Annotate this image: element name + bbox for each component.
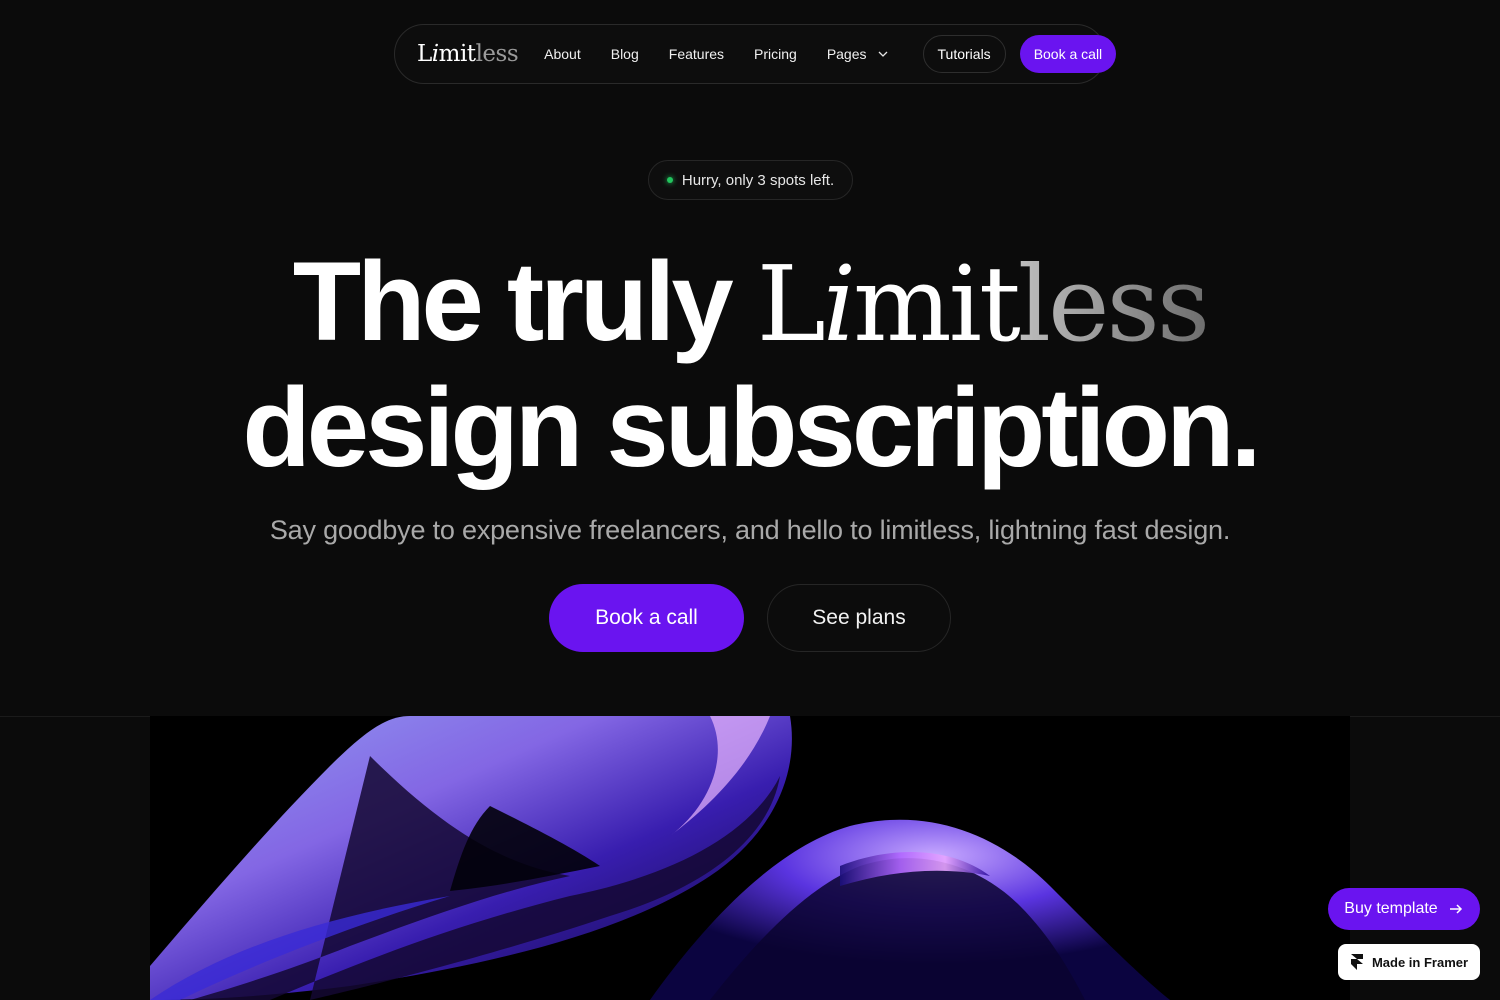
made-in-framer-label: Made in Framer	[1371, 954, 1469, 970]
headline-prefix: The truly	[292, 239, 757, 364]
hero-subtitle: Say goodbye to expensive freelancers, an…	[269, 515, 1231, 545]
nav-link-blog[interactable]: Blog	[611, 46, 639, 62]
status-dot	[666, 177, 673, 183]
headline-brand-l: L	[756, 243, 826, 365]
headline-brand: Limitless	[756, 243, 1211, 365]
nav-link-pages-label: Pages	[826, 46, 867, 62]
logo[interactable]: Limitless	[417, 41, 519, 67]
book-call-button[interactable]: Book a call	[549, 584, 744, 652]
hero-image	[150, 716, 1350, 1000]
headline-brand-i: i	[822, 243, 856, 365]
abstract-glass-shape	[150, 716, 1350, 1000]
see-plans-button[interactable]: See plans	[767, 584, 951, 652]
tutorials-button[interactable]: Tutorials	[922, 35, 1006, 73]
landing-page: Limitless About Blog Features Pricing Pa…	[0, 0, 1500, 1000]
framer-logo-icon	[1350, 954, 1363, 970]
nav-link-pricing[interactable]: Pricing	[754, 46, 797, 62]
nav-book-call-button[interactable]: Book a call	[1019, 35, 1117, 73]
headline-brand-mit: mit	[853, 243, 1021, 365]
logo-text-less: less	[475, 41, 519, 67]
made-in-framer-badge[interactable]: Made in Framer	[1338, 944, 1480, 980]
top-navigation: Limitless About Blog Features Pricing Pa…	[394, 24, 1117, 84]
hero-headline-line-1: The truly Limitless	[0, 246, 1500, 358]
arrow-right-icon	[1449, 904, 1462, 914]
buy-template-label: Buy template	[1344, 900, 1438, 917]
availability-badge-text: Hurry, only 3 spots left.	[681, 171, 835, 189]
hero-headline-line-2: design subscription.	[242, 365, 1261, 490]
nav-link-features[interactable]: Features	[669, 46, 724, 62]
chevron-down-icon	[878, 51, 887, 57]
logo-text-mit: mit	[438, 41, 476, 67]
nav-link-about[interactable]: About	[544, 46, 581, 62]
logo-text-l: L	[417, 41, 432, 67]
headline-brand-less: less	[1017, 243, 1211, 365]
buy-template-button[interactable]: Buy template	[1328, 888, 1480, 930]
nav-dropdown-pages[interactable]: Pages	[827, 46, 889, 62]
logo-text-i: i	[431, 41, 439, 67]
availability-badge: Hurry, only 3 spots left.	[648, 160, 853, 200]
